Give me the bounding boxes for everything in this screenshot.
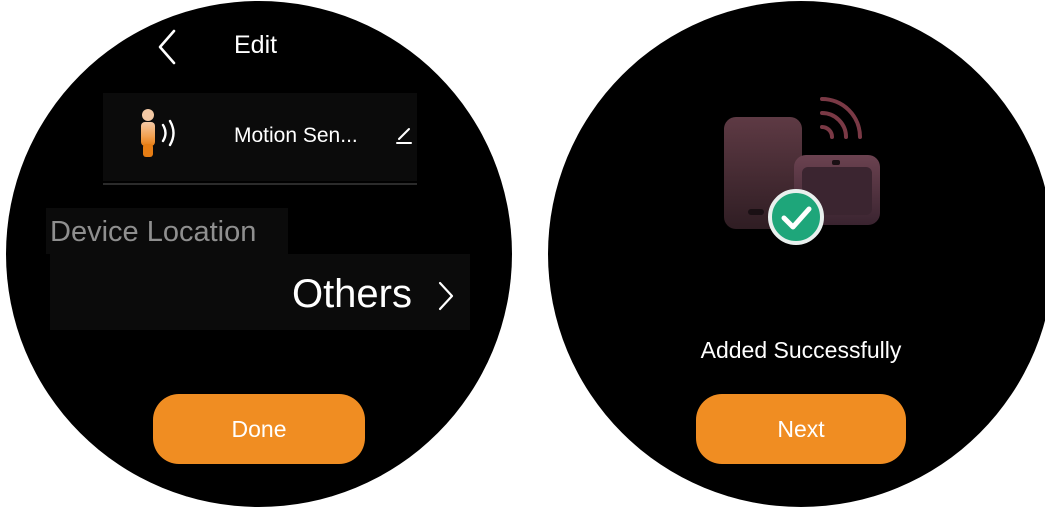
divider	[103, 183, 417, 185]
chevron-right-icon	[438, 281, 454, 311]
device-name-card[interactable]: Motion Sen...	[103, 93, 417, 181]
device-location-label-container: Device Location	[46, 208, 288, 254]
page-title: Edit	[234, 31, 278, 59]
done-button[interactable]: Done	[153, 394, 365, 464]
device-location-label: Device Location	[50, 216, 257, 248]
device-location-value: Others	[291, 272, 412, 316]
success-message: Added Successfully	[700, 337, 902, 363]
back-button[interactable]	[152, 27, 182, 67]
device-location-selector[interactable]: Others	[50, 254, 470, 330]
device-added-icon	[724, 97, 880, 245]
device-added-screen: Added Successfully Next	[548, 1, 1045, 507]
edit-device-screen: Edit Motion Sen... Device Location Other…	[6, 1, 512, 507]
chevron-left-icon	[158, 29, 176, 65]
next-button[interactable]: Next	[696, 394, 906, 464]
motion-sensor-icon	[141, 109, 175, 157]
device-name: Motion Sen...	[234, 124, 358, 147]
pencil-icon[interactable]	[396, 125, 412, 145]
